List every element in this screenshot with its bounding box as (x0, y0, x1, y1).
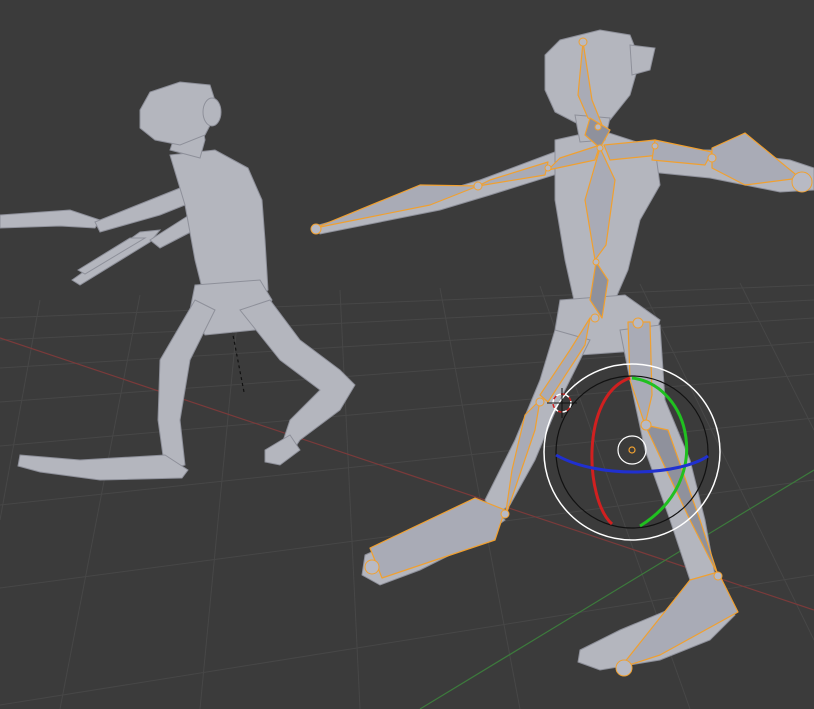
joint-shoulder-left[interactable] (544, 164, 552, 172)
joint-chest[interactable] (596, 144, 604, 152)
bone-foot-left[interactable] (369, 497, 506, 579)
bone-upperarm-right[interactable] (651, 139, 713, 166)
gizmo-center-ring[interactable] (617, 435, 647, 465)
bone-thigh-right[interactable] (627, 321, 653, 426)
gizmo-x-ring[interactable] (590, 376, 631, 526)
joint-shoulder-right[interactable] (651, 142, 659, 150)
joint-toe-right[interactable] (615, 659, 633, 677)
joint-ankle-right[interactable] (713, 571, 723, 581)
3d-viewport[interactable] (0, 0, 814, 709)
joint-knee-left[interactable] (535, 397, 545, 407)
joint-hip-right[interactable] (632, 317, 644, 329)
joint-ankle-left[interactable] (500, 509, 510, 519)
joint-elbow-left[interactable] (473, 181, 483, 191)
viewport-scene[interactable] (0, 0, 814, 709)
joint-head-top[interactable] (578, 37, 588, 47)
bone-foot-right[interactable] (619, 571, 739, 669)
joint-neck[interactable] (594, 123, 602, 131)
joint-hand-left[interactable] (310, 223, 322, 235)
joint-hand-right[interactable] (791, 171, 813, 193)
joint-knee-right[interactable] (640, 419, 652, 431)
joint-toe-left[interactable] (364, 559, 380, 575)
left-character-mesh[interactable] (0, 81, 356, 481)
joint-spine[interactable] (592, 258, 600, 266)
joint-elbow-right[interactable] (707, 153, 717, 163)
gizmo-center-dot[interactable] (628, 446, 636, 454)
bone-forearm-left[interactable] (314, 184, 479, 229)
joint-hip[interactable] (590, 313, 600, 323)
